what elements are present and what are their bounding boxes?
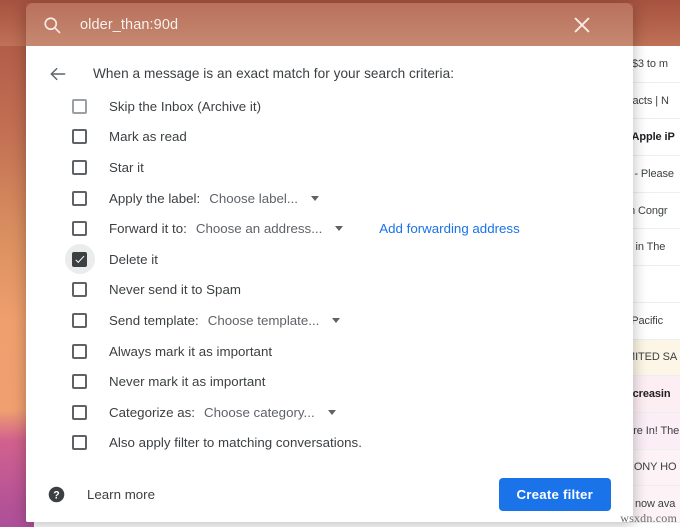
dialog-footer: ? Learn more Create filter (26, 466, 633, 522)
svg-text:?: ? (53, 489, 59, 501)
checkbox-also-apply-filter-to-matching-conversations[interactable] (72, 435, 87, 450)
option-label: Never send it to Spam (109, 282, 241, 297)
help-icon[interactable]: ? (48, 486, 65, 503)
add-forwarding-address-link[interactable]: Add forwarding address (379, 221, 519, 236)
checkbox-apply-the-label[interactable] (72, 191, 87, 206)
filter-option-row[interactable]: Never send it to Spam (72, 275, 633, 306)
back-arrow-icon[interactable] (48, 64, 68, 84)
option-label: Send template: (109, 313, 199, 328)
dialog-header: When a message is an exact match for you… (26, 46, 633, 82)
filter-option-row[interactable]: Always mark it as important (72, 336, 633, 367)
checkbox-star-it[interactable] (72, 160, 87, 175)
filter-option-row[interactable]: Apply the label: Choose label... (72, 183, 633, 214)
chevron-down-icon[interactable] (332, 318, 340, 323)
checkbox-forward-it-to[interactable] (72, 221, 87, 236)
checkbox-mark-as-read[interactable] (72, 129, 87, 144)
learn-more-link[interactable]: Learn more (87, 487, 155, 502)
filter-action-list: Skip the Inbox (Archive it) Mark as read S… (26, 82, 633, 458)
option-dropdown-value[interactable]: Choose label... (209, 191, 298, 206)
checkbox-delete-it[interactable] (72, 252, 87, 267)
search-input-value[interactable]: older_than:90d (80, 17, 178, 33)
checkbox-wrapper (72, 191, 87, 206)
option-label: Also apply filter to matching conversati… (109, 435, 362, 450)
option-dropdown-value[interactable]: Choose an address... (196, 221, 322, 236)
chevron-down-icon[interactable] (335, 226, 343, 231)
checkbox-wrapper (72, 99, 87, 114)
filter-option-row[interactable]: Star it (72, 152, 633, 183)
search-bar[interactable]: older_than:90d (26, 3, 633, 46)
option-label: Mark as read (109, 129, 187, 144)
checkbox-wrapper (72, 129, 87, 144)
option-label: Never mark it as important (109, 374, 265, 389)
checkbox-wrapper (72, 313, 87, 328)
checkbox-wrapper (72, 252, 87, 267)
checkbox-never-send-it-to-spam[interactable] (72, 282, 87, 297)
checkbox-wrapper (72, 374, 87, 389)
filter-option-row[interactable]: Forward it to: Choose an address... Add fo… (72, 213, 633, 244)
option-label: Categorize as: (109, 405, 195, 420)
filter-option-row[interactable]: Never mark it as important (72, 366, 633, 397)
watermark: wsxdn.com (620, 511, 677, 526)
checkbox-wrapper (72, 344, 87, 359)
chevron-down-icon[interactable] (328, 410, 336, 415)
filter-options-dialog: When a message is an exact match for you… (26, 46, 633, 522)
option-label: Star it (109, 160, 144, 175)
checkbox-never-mark-it-as-important[interactable] (72, 374, 87, 389)
option-dropdown-value[interactable]: Choose template... (208, 313, 320, 328)
filter-option-row[interactable]: Delete it (72, 244, 633, 275)
option-label: Delete it (109, 252, 158, 267)
checkbox-send-template[interactable] (72, 313, 87, 328)
checkbox-always-mark-it-as-important[interactable] (72, 344, 87, 359)
checkbox-categorize-as[interactable] (72, 405, 87, 420)
checkbox-wrapper (72, 405, 87, 420)
search-icon (42, 15, 62, 35)
checkbox-wrapper (72, 435, 87, 450)
checkbox-wrapper (72, 221, 87, 236)
checkbox-skip-the-inbox-archive-it[interactable] (72, 99, 87, 114)
option-label: Skip the Inbox (Archive it) (109, 99, 261, 114)
option-dropdown-value[interactable]: Choose category... (204, 405, 315, 420)
checkbox-wrapper (72, 282, 87, 297)
option-label: Forward it to: (109, 221, 187, 236)
close-icon[interactable] (571, 14, 593, 36)
chevron-down-icon[interactable] (311, 196, 319, 201)
option-label: Always mark it as important (109, 344, 272, 359)
create-filter-button[interactable]: Create filter (499, 478, 612, 511)
filter-option-row[interactable]: Also apply filter to matching conversati… (72, 428, 633, 459)
filter-option-row[interactable]: Categorize as: Choose category... (72, 397, 633, 428)
filter-dialog-panel: older_than:90d When a message is an exac… (26, 3, 633, 522)
filter-option-row[interactable]: Mark as read (72, 122, 633, 153)
page-title: When a message is an exact match for you… (93, 66, 454, 81)
option-label: Apply the label: (109, 191, 200, 206)
filter-option-row[interactable]: Send template: Choose template... (72, 305, 633, 336)
filter-option-row[interactable]: Skip the Inbox (Archive it) (72, 91, 633, 122)
checkbox-wrapper (72, 160, 87, 175)
